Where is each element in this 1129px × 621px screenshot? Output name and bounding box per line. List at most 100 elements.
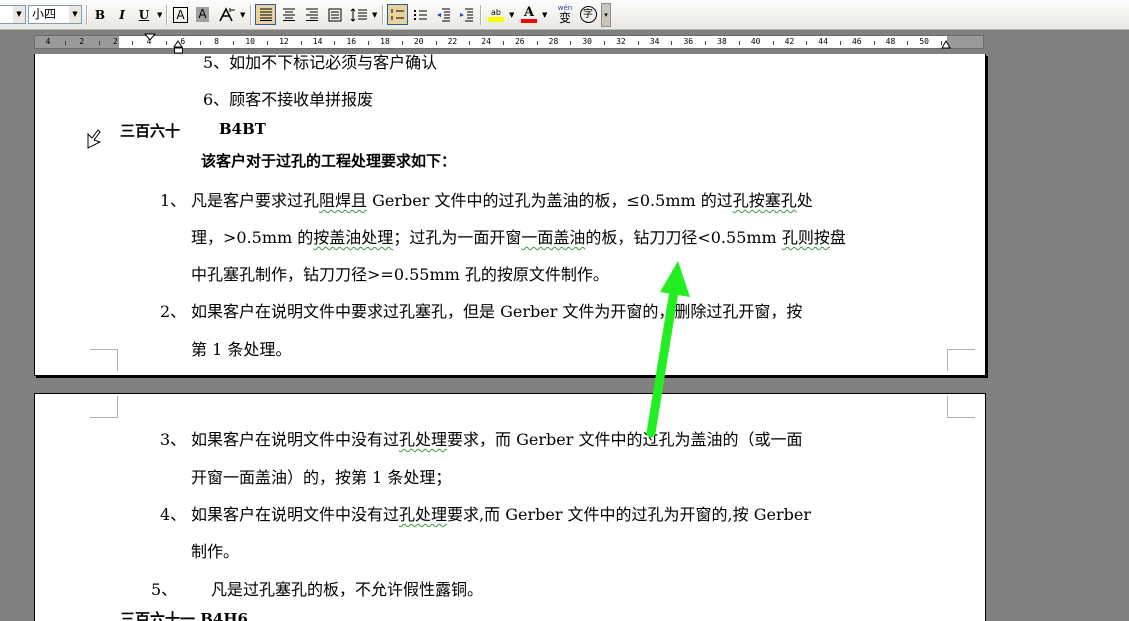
- margin-corner-mark: [947, 396, 975, 418]
- chevron-down-icon[interactable]: ▼: [157, 11, 162, 19]
- item-3-line-1: 如果客户在说明文件中没有过孔处理要求，而 Gerber 文件中的过孔为盖油的（或…: [191, 426, 802, 450]
- font-size-combo[interactable]: 小四 ▼: [28, 5, 82, 24]
- ruler-label: 16: [346, 37, 357, 46]
- bulleted-list-icon: [413, 9, 427, 20]
- grammar-flagged-text[interactable]: 按盖油处理: [313, 228, 393, 247]
- grammar-flagged-text[interactable]: 孔处理: [399, 430, 447, 449]
- ruler-tick: [64, 41, 66, 45]
- item-1-number: 1、: [160, 191, 187, 210]
- text-run: 要求,而 Gerber 文件中的过孔为开窗的,按 Gerber: [447, 505, 811, 524]
- ruler-tick: [839, 41, 841, 45]
- text-run: 如果客户在说明文件中没有过: [191, 430, 400, 449]
- ruler-label: 12: [279, 37, 289, 46]
- highlight-button[interactable]: ab: [485, 4, 507, 25]
- font-size-value: 小四: [32, 7, 57, 21]
- mouse-cursor-icon: [87, 129, 102, 149]
- item-4-number: 4、: [160, 505, 187, 524]
- ruler-label: 4: [45, 37, 51, 46]
- decrease-indent-button[interactable]: [433, 4, 453, 25]
- ruler-tick: [267, 41, 269, 45]
- ruler-tick: [165, 41, 167, 45]
- chevron-down-icon[interactable]: ▼: [69, 6, 81, 23]
- annotation-arrow-icon: [646, 261, 690, 438]
- ruler-label: 14: [312, 37, 323, 46]
- chevron-down-icon[interactable]: ▼: [542, 11, 547, 19]
- numbering-button[interactable]: [387, 4, 408, 25]
- ruler-tick: [671, 41, 673, 45]
- ruler-label: 24: [481, 37, 491, 46]
- right-indent-marker-icon[interactable]: [941, 40, 953, 50]
- chevron-down-icon[interactable]: ▼: [240, 11, 245, 19]
- text-run: 的板，钻刀刀径<0.55mm: [585, 228, 782, 247]
- chevron-down-icon[interactable]: ▼: [509, 11, 514, 19]
- italic-button[interactable]: I: [112, 4, 132, 25]
- list-item-6-text: 6、顾客不接收单拼报废: [203, 90, 374, 109]
- increase-indent-button[interactable]: [456, 4, 476, 25]
- ruler-label: 2: [112, 37, 118, 46]
- ruler-label: 28: [548, 37, 559, 46]
- section-heading: 该客户对于过孔的工程处理要求如下：: [201, 152, 457, 170]
- ruler-label: 22: [447, 37, 458, 46]
- item-2-line-2: 第 1 条处理。: [191, 340, 292, 359]
- font-color-button[interactable]: A: [518, 4, 540, 25]
- text-run: 如果客户在说明文件中没有过: [191, 505, 400, 524]
- line-spacing-button[interactable]: [348, 4, 370, 25]
- toolbar-separator: [382, 5, 384, 25]
- phonetic-guide-button[interactable]: wén 变: [553, 4, 577, 25]
- item-5-text: 凡是过孔塞孔的板，不允许假性露铜。: [211, 580, 484, 599]
- ruler-tick: [570, 41, 572, 45]
- toolbar-options-chevron-icon[interactable]: ▾: [601, 3, 611, 27]
- ruler-tick: [637, 41, 639, 45]
- ruler-label: 46: [851, 37, 862, 46]
- ruler-label: 18: [380, 37, 390, 46]
- grammar-flagged-text[interactable]: 阻焊且: [319, 191, 367, 210]
- item-2-line-1: 如果客户在说明文件中要求过孔塞孔，但是 Gerber 文件为开窗的，删除过孔开窗…: [191, 302, 803, 321]
- toolbar-separator: [480, 5, 482, 25]
- grammar-flagged-text[interactable]: 孔则按: [782, 228, 830, 247]
- highlight-label: ab: [491, 7, 501, 17]
- chevron-down-icon[interactable]: ▼: [13, 6, 25, 23]
- align-center-button[interactable]: [279, 4, 299, 25]
- ruler-tick: [469, 41, 471, 45]
- ruler-label: 48: [885, 37, 896, 46]
- font-name-combo[interactable]: ▼: [0, 5, 26, 24]
- char-scale-button[interactable]: [216, 4, 238, 25]
- align-right-button[interactable]: [302, 4, 322, 25]
- text-run: Gerber 文件中的过孔为盖油的板，≤0.5mm 的过: [367, 191, 733, 210]
- bold-button[interactable]: B: [90, 4, 110, 25]
- grammar-flagged-text[interactable]: 一面盖油: [521, 228, 585, 247]
- increase-indent-icon: [459, 8, 473, 21]
- numbered-list-icon: [391, 8, 404, 20]
- decrease-indent-icon: [436, 8, 450, 21]
- item-4-line-2: 制作。: [191, 542, 240, 561]
- item-1-line-1: 凡是客户要求过孔阻焊且 Gerber 文件中的过孔为盖油的板，≤0.5mm 的过…: [191, 187, 813, 211]
- text-run: ；过孔为一面开窗: [393, 228, 522, 247]
- formatting-toolbar: ▼ 小四 ▼ B I U ▼ A A ▼ ▼ ab ▼ A ▼ wén 变 字 …: [0, 0, 1129, 30]
- ruler-label: 8: [214, 37, 219, 46]
- phonetic-char: 变: [558, 10, 571, 25]
- section-number: 三百六十: [120, 122, 181, 140]
- item-1-line-3: 中孔塞孔制作，钻刀刀径>=0.55mm 孔的按原文件制作。: [191, 265, 609, 284]
- grammar-flagged-text[interactable]: 孔处理: [399, 505, 447, 524]
- char-shading-button[interactable]: A: [196, 7, 209, 22]
- margin-corner-mark: [90, 396, 118, 418]
- ruler-label: 34: [649, 37, 660, 46]
- margin-corner-mark: [947, 349, 975, 371]
- char-scale-icon: [219, 6, 235, 21]
- grammar-flagged-text[interactable]: 孔按塞孔: [733, 191, 797, 210]
- hanging-indent-marker-icon[interactable]: [173, 40, 185, 55]
- document-page-1[interactable]: [34, 54, 986, 376]
- ruler-label: 50: [919, 37, 930, 46]
- toolbar-separator: [86, 5, 88, 25]
- chevron-down-icon[interactable]: ▼: [372, 11, 377, 19]
- align-justify-icon: [259, 8, 272, 21]
- align-justify-button[interactable]: [255, 4, 276, 25]
- margin-corner-mark: [90, 349, 118, 371]
- ruler-tick: [738, 41, 740, 45]
- bullets-button[interactable]: [410, 4, 430, 25]
- char-border-button[interactable]: A: [173, 6, 188, 23]
- ruler-tick: [806, 41, 808, 45]
- enclose-characters-button[interactable]: 字: [578, 4, 598, 25]
- distribute-button[interactable]: [325, 4, 345, 25]
- underline-button[interactable]: U: [134, 4, 154, 25]
